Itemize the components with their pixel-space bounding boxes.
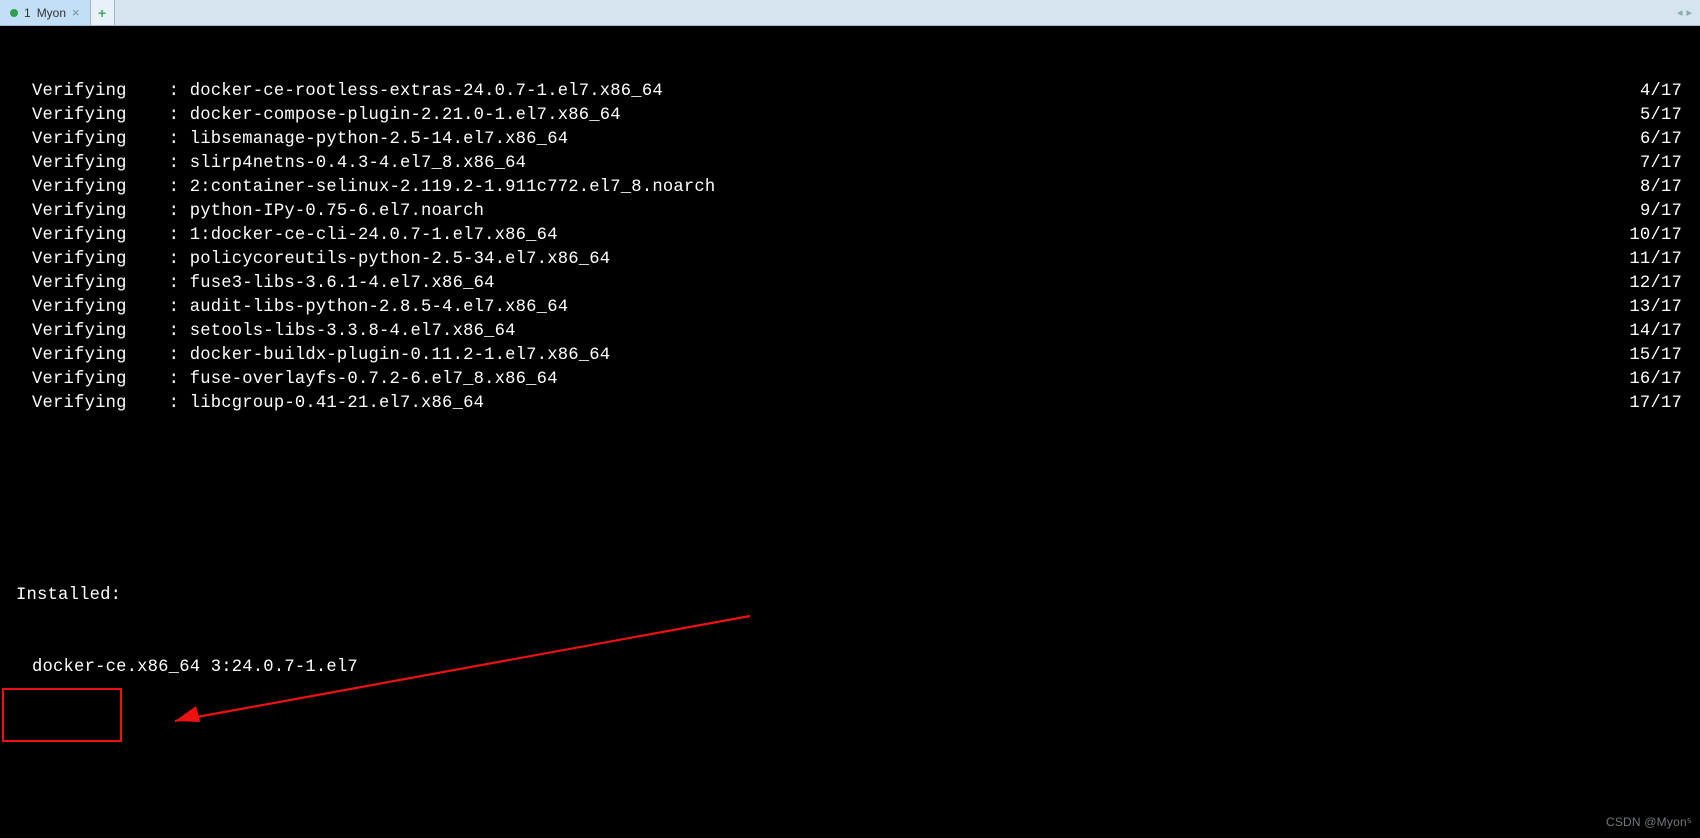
verify-progress: 10/17 bbox=[1629, 224, 1692, 248]
installed-line: docker-ce.x86_64 3:24.0.7-1.el7 bbox=[8, 656, 1692, 680]
verify-text: Verifying : python-IPy-0.75-6.el7.noarch bbox=[8, 200, 484, 224]
verify-text: Verifying : libsemanage-python-2.5-14.el… bbox=[8, 128, 568, 152]
verify-progress: 15/17 bbox=[1629, 344, 1692, 368]
close-icon[interactable]: × bbox=[72, 6, 80, 19]
verify-line: Verifying : 2:container-selinux-2.119.2-… bbox=[8, 176, 1692, 200]
verify-line: Verifying : docker-buildx-plugin-0.11.2-… bbox=[8, 344, 1692, 368]
installed-header: Installed: bbox=[8, 584, 1692, 608]
verify-text: Verifying : fuse3-libs-3.6.1-4.el7.x86_6… bbox=[8, 272, 495, 296]
verify-progress: 7/17 bbox=[1640, 152, 1692, 176]
verify-line: Verifying : docker-compose-plugin-2.21.0… bbox=[8, 104, 1692, 128]
terminal-output[interactable]: Verifying : docker-ce-rootless-extras-24… bbox=[0, 26, 1700, 838]
verify-progress: 16/17 bbox=[1629, 368, 1692, 392]
verify-text: Verifying : slirp4netns-0.4.3-4.el7_8.x8… bbox=[8, 152, 526, 176]
verify-progress: 12/17 bbox=[1629, 272, 1692, 296]
verify-line: Verifying : setools-libs-3.3.8-4.el7.x86… bbox=[8, 320, 1692, 344]
verify-line: Verifying : libcgroup-0.41-21.el7.x86_64… bbox=[8, 392, 1692, 416]
verify-progress: 6/17 bbox=[1640, 128, 1692, 152]
new-tab-button[interactable]: + bbox=[91, 0, 115, 25]
verify-text: Verifying : docker-compose-plugin-2.21.0… bbox=[8, 104, 621, 128]
blank-line bbox=[8, 488, 1692, 512]
verify-text: Verifying : setools-libs-3.3.8-4.el7.x86… bbox=[8, 320, 516, 344]
verify-line: Verifying : audit-libs-python-2.8.5-4.el… bbox=[8, 296, 1692, 320]
verify-progress: 4/17 bbox=[1640, 80, 1692, 104]
tab-title: Myon bbox=[37, 6, 66, 20]
verify-line: Verifying : fuse-overlayfs-0.7.2-6.el7_8… bbox=[8, 368, 1692, 392]
verify-text: Verifying : docker-buildx-plugin-0.11.2-… bbox=[8, 344, 610, 368]
tab-index: 1 bbox=[24, 6, 31, 20]
verify-progress: 13/17 bbox=[1629, 296, 1692, 320]
verify-line: Verifying : slirp4netns-0.4.3-4.el7_8.x8… bbox=[8, 152, 1692, 176]
verify-text: Verifying : docker-ce-rootless-extras-24… bbox=[8, 80, 663, 104]
tab-session[interactable]: 1 Myon × bbox=[0, 0, 91, 25]
verify-line: Verifying : python-IPy-0.75-6.el7.noarch… bbox=[8, 200, 1692, 224]
verify-text: Verifying : 1:docker-ce-cli-24.0.7-1.el7… bbox=[8, 224, 558, 248]
verify-progress: 17/17 bbox=[1629, 392, 1692, 416]
verify-text: Verifying : fuse-overlayfs-0.7.2-6.el7_8… bbox=[8, 368, 558, 392]
verify-progress: 8/17 bbox=[1640, 176, 1692, 200]
verify-progress: 14/17 bbox=[1629, 320, 1692, 344]
verify-block: Verifying : docker-ce-rootless-extras-24… bbox=[8, 80, 1692, 416]
verify-progress: 11/17 bbox=[1629, 248, 1692, 272]
tab-bar: 1 Myon × + ◂ ▸ bbox=[0, 0, 1700, 26]
blank-line bbox=[8, 752, 1692, 776]
verify-line: Verifying : docker-ce-rootless-extras-24… bbox=[8, 80, 1692, 104]
verify-text: Verifying : libcgroup-0.41-21.el7.x86_64 bbox=[8, 392, 484, 416]
verify-progress: 9/17 bbox=[1640, 200, 1692, 224]
verify-progress: 5/17 bbox=[1640, 104, 1692, 128]
verify-text: Verifying : audit-libs-python-2.8.5-4.el… bbox=[8, 296, 568, 320]
annotation-box bbox=[2, 688, 122, 742]
nav-left-icon[interactable]: ◂ bbox=[1677, 6, 1683, 19]
verify-line: Verifying : libsemanage-python-2.5-14.el… bbox=[8, 128, 1692, 152]
nav-right-icon[interactable]: ▸ bbox=[1686, 6, 1692, 19]
tab-nav: ◂ ▸ bbox=[1669, 0, 1700, 25]
watermark: CSDN @Myon⁵ bbox=[1606, 810, 1692, 834]
status-dot-icon bbox=[10, 9, 18, 17]
verify-line: Verifying : fuse3-libs-3.6.1-4.el7.x86_6… bbox=[8, 272, 1692, 296]
verify-text: Verifying : policycoreutils-python-2.5-3… bbox=[8, 248, 610, 272]
verify-line: Verifying : 1:docker-ce-cli-24.0.7-1.el7… bbox=[8, 224, 1692, 248]
verify-text: Verifying : 2:container-selinux-2.119.2-… bbox=[8, 176, 715, 200]
verify-line: Verifying : policycoreutils-python-2.5-3… bbox=[8, 248, 1692, 272]
plus-icon: + bbox=[98, 5, 106, 21]
